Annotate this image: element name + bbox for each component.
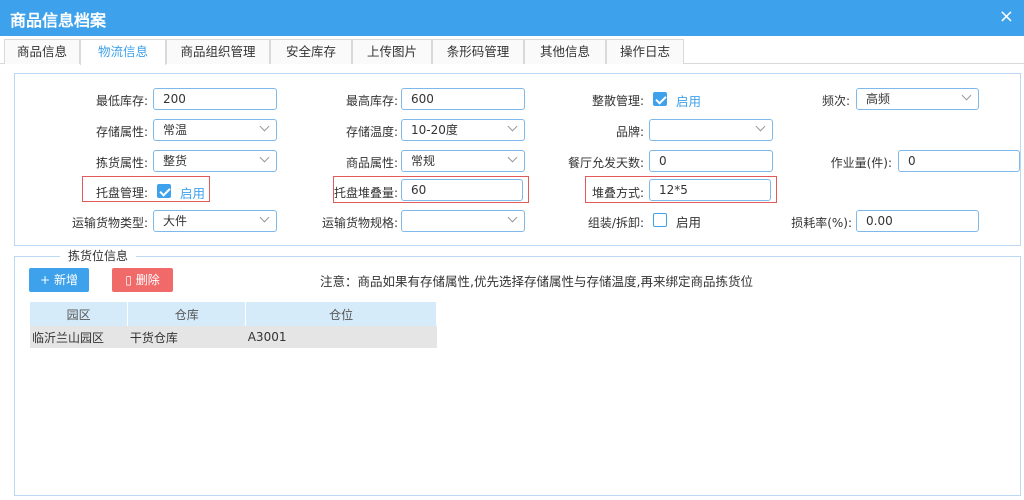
tab-logistics-info[interactable]: 物流信息 (80, 39, 166, 65)
product-attr-value: 常规 (411, 154, 436, 168)
column-header-warehouse[interactable]: 仓库 (127, 302, 247, 326)
bulk-mgmt-label: 整散管理: (591, 94, 644, 108)
table-header-row: 园区 仓库 仓位 (30, 302, 437, 326)
chevron-down-icon (259, 212, 270, 223)
transport-type-label: 运输货物类型: (71, 216, 148, 230)
chevron-down-icon (755, 121, 766, 132)
assembly-label: 组装/拆卸: (587, 216, 644, 230)
window-title: 商品信息档案 (10, 11, 107, 30)
pallet-mgmt-text: 启用 (180, 186, 206, 201)
tab-operation-log[interactable]: 操作日志 (606, 39, 684, 64)
storage-attr-label: 存储属性: (95, 125, 148, 139)
trash-icon: ▯ (125, 273, 132, 287)
transport-type-select[interactable]: 大件 (153, 210, 277, 232)
tab-org-management[interactable]: 商品组织管理 (166, 39, 270, 64)
pallet-stack-input[interactable]: 60 (401, 179, 523, 201)
plus-icon: + (40, 273, 51, 287)
tab-product-info[interactable]: 商品信息 (4, 39, 80, 64)
picking-note: 注意：商品如果有存储属性,优先选择存储属性与存储温度,再来绑定商品拣货位 (320, 274, 753, 289)
assembly-checkbox[interactable] (653, 213, 667, 227)
allow-days-label: 餐厅允发天数: (567, 156, 644, 170)
min-stock-input[interactable]: 200 (153, 88, 277, 110)
transport-type-value: 大件 (163, 214, 188, 228)
cell-warehouse: 干货仓库 (127, 326, 246, 348)
transport-spec-label: 运输货物规格: (321, 216, 398, 230)
product-attr-label: 商品属性: (345, 156, 398, 170)
storage-attr-value: 常温 (163, 123, 188, 137)
close-icon[interactable]: × (999, 6, 1014, 27)
assembly-text: 启用 (676, 215, 702, 230)
picking-location-legend: 拣货位信息 (60, 247, 137, 264)
picking-location-table: 园区 仓库 仓位 临沂兰山园区 干货仓库 A3001 (30, 302, 437, 348)
chevron-down-icon (961, 90, 972, 101)
chevron-down-icon (507, 212, 518, 223)
add-button-label: 新增 (53, 273, 78, 287)
workload-label: 作业量(件): (830, 156, 892, 170)
add-button[interactable]: + 新增 (29, 268, 89, 292)
cell-bin: A3001 (245, 326, 437, 348)
picking-attr-select[interactable]: 整货 (153, 150, 277, 172)
workload-input[interactable]: 0 (898, 150, 1020, 172)
table-row[interactable]: 临沂兰山园区 干货仓库 A3001 (30, 326, 437, 348)
tab-upload-images[interactable]: 上传图片 (352, 39, 432, 64)
column-header-bin[interactable]: 仓位 (245, 302, 437, 326)
frequency-value: 高频 (866, 92, 891, 106)
pallet-mgmt-label: 托盘管理: (95, 186, 148, 200)
bulk-mgmt-text: 启用 (676, 94, 702, 109)
tab-safety-stock[interactable]: 安全库存 (270, 39, 352, 64)
window-titlebar: 商品信息档案 × (0, 0, 1024, 36)
bulk-mgmt-checkbox[interactable] (653, 92, 667, 106)
product-attr-select[interactable]: 常规 (401, 150, 525, 172)
max-stock-input[interactable]: 600 (401, 88, 525, 110)
picking-location-panel (14, 256, 1021, 496)
brand-label: 品牌: (615, 125, 644, 139)
tab-bar: 商品信息 物流信息 商品组织管理 安全库存 上传图片 条形码管理 其他信息 操作… (0, 36, 1024, 65)
pallet-stack-label: 托盘堆叠量: (333, 186, 398, 200)
storage-temp-label: 存储温度: (345, 125, 398, 139)
column-header-park[interactable]: 园区 (30, 302, 129, 326)
max-stock-label: 最高库存: (345, 94, 398, 108)
cell-park: 临沂兰山园区 (30, 326, 128, 348)
picking-attr-label: 拣货属性: (95, 156, 148, 170)
tab-barcode-management[interactable]: 条形码管理 (432, 39, 524, 64)
delete-button-label: 删除 (135, 273, 160, 287)
delete-button[interactable]: ▯ 删除 (112, 268, 173, 292)
loss-rate-label: 损耗率(%): (791, 216, 852, 230)
transport-spec-select[interactable] (401, 210, 525, 232)
stack-method-label: 堆叠方式: (591, 186, 644, 200)
loss-rate-input[interactable]: 0.00 (856, 210, 979, 232)
frequency-select[interactable]: 高频 (856, 88, 979, 110)
min-stock-label: 最低库存: (95, 94, 148, 108)
brand-select[interactable] (649, 119, 773, 141)
stack-method-input[interactable]: 12*5 (649, 179, 771, 201)
storage-temp-select[interactable]: 10-20度 (401, 119, 525, 141)
chevron-down-icon (507, 152, 518, 163)
tab-other-info[interactable]: 其他信息 (524, 39, 606, 64)
storage-temp-value: 10-20度 (411, 123, 458, 137)
storage-attr-select[interactable]: 常温 (153, 119, 277, 141)
frequency-label: 频次: (821, 94, 850, 108)
chevron-down-icon (259, 121, 270, 132)
chevron-down-icon (259, 152, 270, 163)
picking-attr-value: 整货 (163, 154, 188, 168)
chevron-down-icon (507, 121, 518, 132)
pallet-mgmt-checkbox[interactable] (157, 184, 171, 198)
allow-days-input[interactable]: 0 (649, 150, 773, 172)
